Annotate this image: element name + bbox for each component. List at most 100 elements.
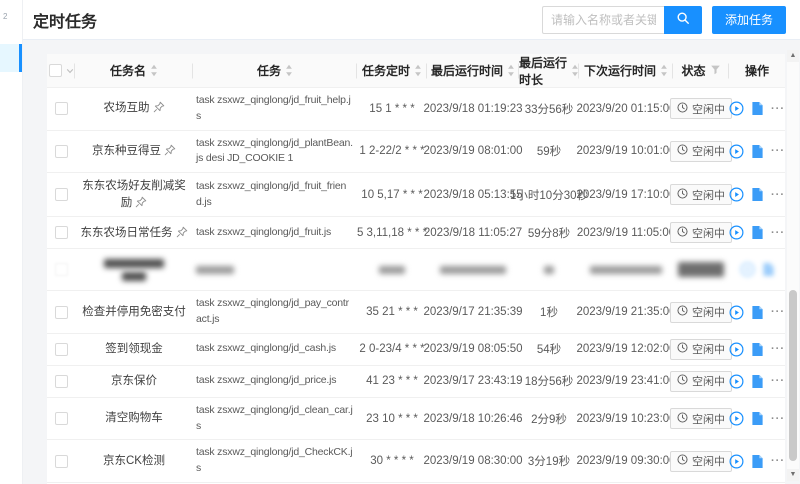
status-label: 空闲中 (692, 143, 725, 159)
task-name: 京东CK检测 (103, 455, 165, 467)
status-badge: 空闲中 (670, 371, 732, 392)
more-actions-button[interactable]: ··· (771, 413, 785, 425)
row-checkbox[interactable] (55, 412, 68, 425)
view-log-button[interactable] (751, 374, 764, 389)
row-checkbox[interactable] (55, 145, 68, 158)
last-run-time: 2023/9/17 23:43:19 (423, 375, 522, 387)
status-badge: 空闲中 (670, 339, 732, 360)
row-checkbox[interactable] (55, 188, 68, 201)
clock-icon (677, 144, 688, 158)
sidebar-item-cron-selected[interactable] (0, 44, 22, 72)
more-actions-button[interactable]: ··· (771, 375, 785, 387)
sort-icon[interactable] (150, 64, 158, 77)
run-task-button[interactable] (729, 342, 744, 357)
view-log-button[interactable] (751, 187, 764, 202)
clock-icon (677, 188, 688, 202)
row-checkbox[interactable] (55, 306, 68, 319)
scroll-down-button[interactable]: ▼ (787, 469, 799, 481)
task-command: task zsxwz_qinglong/jd_plantBean.js desi… (196, 136, 354, 168)
view-log-button[interactable] (751, 454, 764, 469)
run-task-button[interactable] (740, 262, 755, 277)
clock-icon (677, 226, 688, 240)
table-row: 东东农场好友削减奖励 task zsxwz_qinglong/jd_fruit_… (47, 173, 785, 217)
select-all-dropdown-icon[interactable] (66, 64, 74, 78)
task-cron-schedule: 5 3,11,18 * * * (357, 227, 427, 239)
select-all-checkbox[interactable] (49, 64, 62, 77)
sort-icon[interactable] (507, 64, 515, 77)
run-task-button[interactable] (729, 225, 744, 240)
task-cron-schedule: 10 5,17 * * * (361, 189, 422, 201)
run-task-button[interactable] (729, 411, 744, 426)
view-log-button[interactable] (751, 101, 764, 116)
sidebar-logo-fragment: 2 (3, 12, 7, 21)
sort-icon[interactable] (285, 64, 293, 77)
more-actions-button[interactable]: ··· (771, 227, 785, 239)
scroll-up-button[interactable]: ▲ (787, 50, 799, 62)
search-input[interactable] (542, 6, 664, 34)
column-header-task[interactable]: 任务 (193, 54, 357, 87)
view-log-button[interactable] (751, 225, 764, 240)
last-run-duration: 59秒 (537, 143, 561, 159)
task-cron-schedule: 30 * * * * (370, 455, 413, 467)
column-header-schedule[interactable]: 任务定时 (357, 54, 427, 87)
row-checkbox[interactable] (55, 343, 68, 356)
sort-icon[interactable] (414, 64, 422, 77)
clock-icon (677, 305, 688, 319)
more-actions-button[interactable]: ··· (771, 306, 785, 318)
task-name: 东东农场日常任务 (81, 227, 173, 239)
column-header-task-name[interactable]: 任务名 (75, 54, 193, 87)
view-log-button[interactable] (751, 342, 764, 357)
last-run-time: 2023/9/19 08:30:00 (423, 455, 522, 467)
task-name: 清空购物车 (105, 412, 163, 424)
pushpin-icon (135, 196, 147, 208)
view-log-button[interactable] (751, 411, 764, 426)
task-name: 东东农场好友削减奖励 (82, 180, 186, 209)
sort-icon[interactable] (660, 64, 668, 77)
header-select-all (47, 54, 75, 87)
row-checkbox[interactable] (55, 102, 68, 115)
more-actions-button[interactable]: ··· (771, 103, 785, 115)
last-run-time: 2023/9/18 10:26:46 (423, 413, 522, 425)
more-actions-button[interactable]: ··· (771, 145, 785, 157)
add-task-button[interactable]: 添加任务 (712, 6, 786, 34)
row-checkbox[interactable] (55, 375, 68, 388)
status-label: 空闲中 (692, 373, 725, 389)
run-task-button[interactable] (729, 374, 744, 389)
run-task-button[interactable] (729, 305, 744, 320)
task-command: task zsxwz_qinglong/jd_fruit_friend.js (196, 179, 354, 211)
table-row: 京东CK检测 task zsxwz_qinglong/jd_CheckCK.js… (47, 440, 785, 483)
more-actions-button[interactable]: ··· (771, 455, 785, 467)
view-log-button[interactable] (751, 144, 764, 159)
run-task-button[interactable] (729, 144, 744, 159)
row-checkbox[interactable] (55, 226, 68, 239)
table-header-row: 任务名 任务 任务定时 最后运行时间 (47, 54, 785, 88)
clock-icon (677, 412, 688, 426)
more-actions-button[interactable]: ··· (771, 343, 785, 355)
column-header-next-run-time[interactable]: 下次运行时间 (579, 54, 673, 87)
column-header-last-run-duration[interactable]: 最后运行时长 (519, 54, 579, 87)
column-header-last-run-time[interactable]: 最后运行时间 (427, 54, 519, 87)
search-box (542, 6, 702, 34)
page-header: 定时任务 添加任务 (23, 0, 800, 40)
next-run-time: 2023/9/19 10:23:00 (576, 413, 675, 425)
table-body: 农场互助 task zsxwz_qinglong/jd_fruit_help.j… (47, 88, 785, 484)
task-name: 签到领现金 (105, 343, 163, 355)
filter-icon[interactable] (710, 64, 721, 78)
task-cron-schedule: 35 21 * * * (366, 306, 418, 318)
scrollbar-thumb[interactable] (789, 290, 797, 461)
more-actions-button[interactable]: ··· (771, 189, 785, 201)
view-log-button[interactable] (751, 305, 764, 320)
search-button[interactable] (664, 6, 702, 34)
run-task-button[interactable] (729, 454, 744, 469)
column-header-status[interactable]: 状态 (673, 54, 729, 87)
sort-icon[interactable] (571, 64, 579, 77)
view-log-button[interactable] (762, 262, 775, 277)
row-checkbox[interactable] (55, 263, 68, 276)
row-checkbox[interactable] (55, 455, 68, 468)
status-badge: 空闲中 (670, 141, 732, 162)
scrollbar-track[interactable]: ▲ ▼ (787, 50, 799, 481)
run-task-button[interactable] (729, 187, 744, 202)
status-label: 空闲中 (692, 187, 725, 203)
content-area: 任务名 任务 任务定时 最后运行时间 (23, 40, 800, 484)
run-task-button[interactable] (729, 101, 744, 116)
